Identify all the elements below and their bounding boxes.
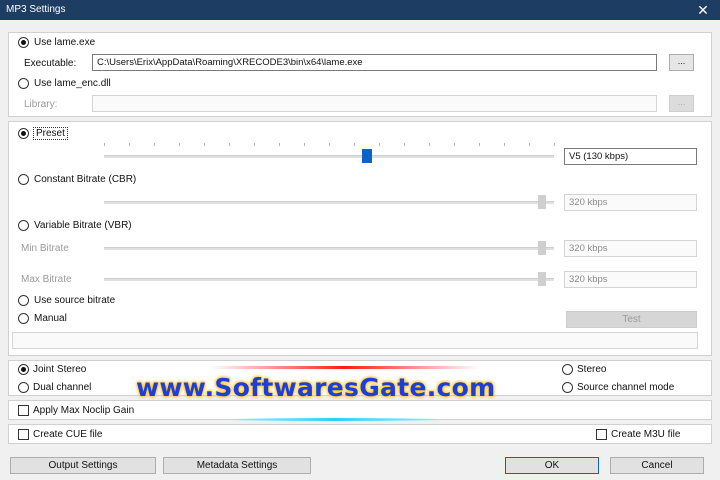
output-settings-button[interactable]: Output Settings [10, 457, 156, 474]
dual-channel-label: Dual channel [33, 382, 92, 393]
preset-radio[interactable] [18, 128, 29, 139]
slider-tick [504, 143, 505, 146]
playlist-group: Create CUE file Create M3U file [8, 424, 712, 444]
bitrate-group: Preset V5 (130 kbps) Constant Bitrate (C… [8, 121, 712, 356]
apply-max-noclip-label: Apply Max Noclip Gain [33, 405, 135, 416]
joint-stereo-label: Joint Stereo [33, 364, 87, 375]
use-lame-exe-radio[interactable] [18, 37, 29, 48]
source-channel-radio[interactable] [562, 382, 573, 393]
slider-tick [279, 143, 280, 146]
cbr-radio[interactable] [18, 174, 29, 185]
apply-max-noclip-checkbox[interactable] [18, 405, 29, 416]
source-channel-label: Source channel mode [577, 382, 675, 393]
vbr-label: Variable Bitrate (VBR) [34, 220, 132, 231]
min-bitrate-field[interactable]: 320 kbps [564, 240, 697, 257]
library-field[interactable] [92, 95, 657, 112]
use-source-bitrate-label: Use source bitrate [34, 295, 116, 306]
preset-slider-thumb[interactable] [362, 149, 372, 163]
max-bitrate-field[interactable]: 320 kbps [564, 271, 697, 288]
library-browse-button[interactable]: ... [669, 95, 694, 112]
stereo-radio[interactable] [562, 364, 573, 375]
create-m3u-checkbox[interactable] [596, 429, 607, 440]
preset-value-field[interactable]: V5 (130 kbps) [564, 148, 697, 165]
create-m3u-label: Create M3U file [611, 429, 681, 440]
mp3-settings-dialog: Use lame.exe Executable: C:\Users\Erix\A… [0, 20, 720, 480]
cancel-button[interactable]: Cancel [610, 457, 704, 474]
executable-label: Executable: [24, 58, 77, 69]
watermark-text: www.SoftwaresGate.com [136, 373, 496, 402]
slider-tick [304, 143, 305, 146]
metadata-settings-button[interactable]: Metadata Settings [163, 457, 311, 474]
slider-tick [379, 143, 380, 146]
use-lame-enc-radio[interactable] [18, 78, 29, 89]
use-lame-enc-label: Use lame_enc.dll [34, 78, 111, 89]
watermark-red-line [210, 366, 480, 369]
slider-tick [454, 143, 455, 146]
manual-label: Manual [34, 313, 67, 324]
slider-tick [554, 143, 555, 146]
preset-label: Preset [33, 127, 68, 140]
use-source-bitrate-radio[interactable] [18, 295, 29, 306]
max-bitrate-slider-thumb[interactable] [538, 272, 546, 286]
close-icon[interactable]: ✕ [686, 0, 720, 20]
slider-tick [254, 143, 255, 146]
slider-tick [229, 143, 230, 146]
cbr-label: Constant Bitrate (CBR) [34, 174, 137, 185]
max-bitrate-slider-track[interactable] [104, 278, 554, 281]
min-bitrate-slider-thumb[interactable] [538, 241, 546, 255]
test-button[interactable]: Test [566, 311, 697, 328]
vbr-radio[interactable] [18, 220, 29, 231]
slider-tick [179, 143, 180, 146]
min-bitrate-slider-track[interactable] [104, 247, 554, 250]
title-bar: MP3 Settings ✕ [0, 0, 720, 20]
cbr-slider-track[interactable] [104, 201, 554, 204]
slider-tick [129, 143, 130, 146]
preset-slider-ticks [104, 143, 555, 146]
noclip-group: Apply Max Noclip Gain [8, 400, 712, 420]
create-cue-label: Create CUE file [33, 429, 103, 440]
ok-button[interactable]: OK [505, 457, 599, 474]
executable-browse-button[interactable]: ... [669, 54, 694, 71]
cbr-slider-thumb[interactable] [538, 195, 546, 209]
slider-tick [404, 143, 405, 146]
slider-tick [429, 143, 430, 146]
create-cue-checkbox[interactable] [18, 429, 29, 440]
max-bitrate-label: Max Bitrate [21, 274, 72, 285]
slider-tick [479, 143, 480, 146]
manual-radio[interactable] [18, 313, 29, 324]
window-title: MP3 Settings [6, 4, 66, 15]
slider-tick [529, 143, 530, 146]
encoder-group: Use lame.exe Executable: C:\Users\Erix\A… [8, 32, 712, 117]
slider-tick [154, 143, 155, 146]
joint-stereo-radio[interactable] [18, 364, 29, 375]
min-bitrate-label: Min Bitrate [21, 243, 69, 254]
executable-field[interactable]: C:\Users\Erix\AppData\Roaming\XRECODE3\b… [92, 54, 657, 71]
slider-tick [354, 143, 355, 146]
cbr-value-field[interactable]: 320 kbps [564, 194, 697, 211]
manual-command-field[interactable] [12, 332, 698, 349]
use-lame-exe-label: Use lame.exe [34, 37, 96, 48]
preset-slider-track[interactable] [104, 155, 554, 158]
slider-tick [104, 143, 105, 146]
slider-tick [329, 143, 330, 146]
library-label: Library: [24, 99, 58, 110]
dual-channel-radio[interactable] [18, 382, 29, 393]
stereo-label: Stereo [577, 364, 607, 375]
watermark-cyan-line [230, 418, 440, 421]
slider-tick [204, 143, 205, 146]
